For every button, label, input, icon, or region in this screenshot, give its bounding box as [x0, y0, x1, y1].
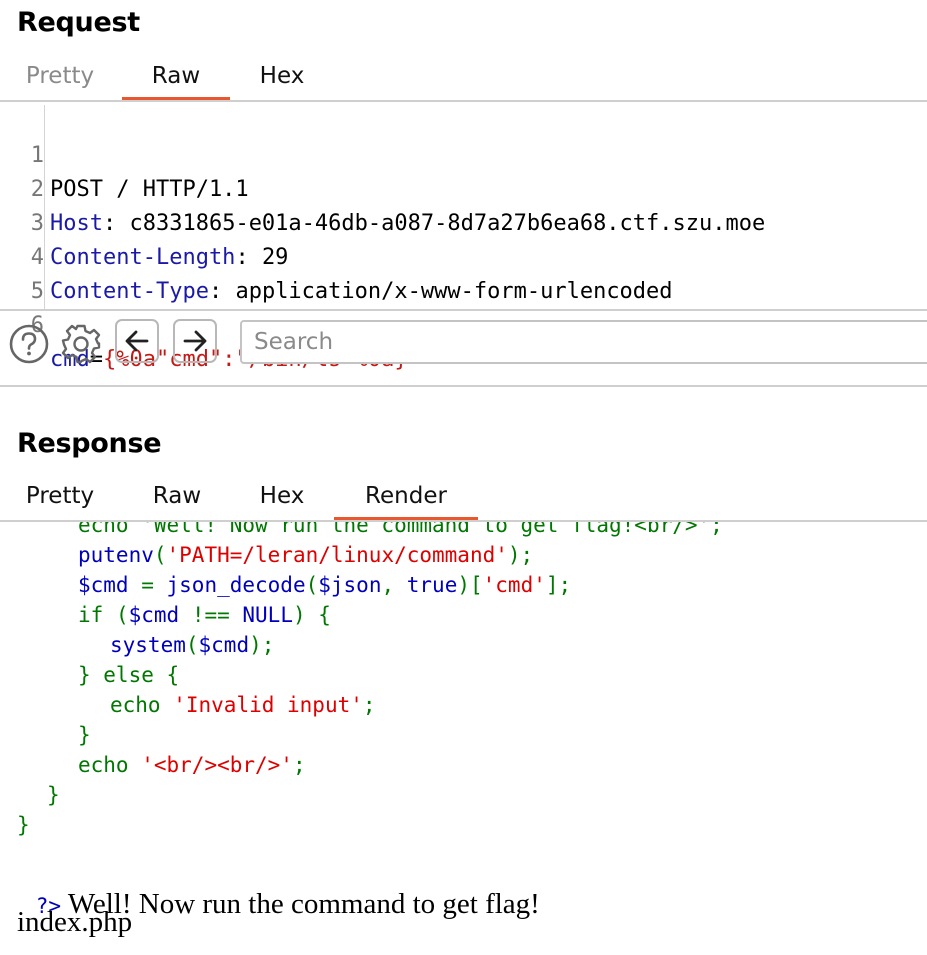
request-line: 6 cmd={%0a"cmd":"/bin/ls"%0a}: [0, 275, 927, 372]
settings-button[interactable]: [58, 320, 104, 366]
response-title: Response: [17, 428, 162, 459]
code-line: echo '<br/><br/>';: [78, 750, 306, 780]
tab-response-raw[interactable]: Raw: [148, 474, 206, 518]
code-echo-partial: echo 'Well! Now run the command to get f…: [78, 522, 723, 537]
code-token: );: [249, 633, 275, 657]
code-token: $json: [318, 573, 382, 597]
arrow-right-icon: [183, 330, 207, 352]
code-token: 'PATH=/leran/linux/command': [166, 543, 508, 567]
code-token: ];: [545, 573, 572, 597]
code-token: ;: [362, 693, 376, 717]
gear-icon: [61, 324, 101, 364]
request-line: 2 Host: c8331865-e01a-46db-a087-8d7a27b6…: [0, 139, 927, 236]
request-line: 1 POST / HTTP/1.1: [0, 105, 927, 202]
code-token: }: [78, 723, 91, 747]
code-token: 'Invalid input': [173, 693, 363, 717]
tab-request-raw[interactable]: Raw: [122, 54, 230, 100]
tab-response-hex[interactable]: Hex: [250, 474, 314, 518]
code-token: }: [47, 783, 60, 807]
code-line: } else {: [78, 660, 179, 690]
code-token: json_decode: [166, 573, 306, 597]
divider: [0, 385, 927, 387]
code-token: (: [185, 633, 199, 657]
forward-button[interactable]: [173, 319, 217, 363]
code-token: 'cmd': [482, 573, 546, 597]
code-token: (: [305, 573, 319, 597]
help-button[interactable]: [6, 320, 52, 366]
code-line: echo 'Well! Now run the command to get f…: [78, 522, 723, 540]
code-token: =: [128, 573, 167, 597]
code-token: '<br/><br/>': [141, 753, 293, 777]
arrow-left-icon: [125, 330, 149, 352]
code-token: $cmd: [198, 633, 250, 657]
divider: [0, 100, 927, 102]
code-token: ;: [292, 753, 306, 777]
code-token: $cmd: [128, 603, 180, 627]
request-line: 4 Content-Type: application/x-www-form-u…: [0, 207, 927, 304]
code-token: true: [406, 573, 458, 597]
code-line: putenv('PATH=/leran/linux/command');: [78, 540, 533, 570]
code-token: echo: [78, 753, 129, 777]
tab-request-hex[interactable]: Hex: [250, 54, 314, 98]
request-toolbar: [0, 316, 927, 376]
tab-response-render[interactable]: Render: [334, 474, 478, 520]
tab-response-pretty[interactable]: Pretty: [22, 474, 98, 518]
code-token: putenv: [78, 543, 154, 567]
tab-request-pretty[interactable]: Pretty: [22, 54, 98, 98]
code-line: system($cmd);: [110, 630, 274, 660]
code-token: ) {: [292, 603, 331, 627]
code-line: }: [78, 720, 91, 750]
render-view[interactable]: echo 'Well! Now run the command to get f…: [0, 522, 927, 955]
request-line: 5: [0, 241, 927, 304]
code-token: (: [153, 543, 167, 567]
code-token: );: [507, 543, 534, 567]
code-token: } else {: [78, 663, 180, 687]
code-token: !==: [179, 603, 243, 627]
code-token: system: [110, 633, 186, 657]
request-line: 3 Content-Length: 29: [0, 173, 927, 270]
code-line: if ($cmd !== NULL) {: [78, 600, 331, 630]
back-button[interactable]: [115, 319, 159, 363]
search-input[interactable]: [240, 320, 927, 364]
code-token: ,: [381, 573, 407, 597]
request-tabs: Pretty Raw Hex: [0, 54, 927, 102]
request-title: Request: [17, 7, 140, 38]
code-token: (: [103, 603, 129, 627]
output-text: Well! Now run the command to get flag!: [67, 888, 540, 920]
question-circle-icon: [9, 324, 49, 364]
response-tabs: Pretty Raw Hex Render: [0, 474, 927, 522]
code-token: }: [17, 813, 30, 837]
code-token: $cmd: [78, 573, 129, 597]
code-token: NULL: [242, 603, 293, 627]
code-line: $cmd = json_decode($json, true)['cmd'];: [78, 570, 571, 600]
code-line: echo 'Invalid input';: [110, 690, 376, 720]
code-token: echo: [110, 693, 161, 717]
code-token: )[: [457, 573, 483, 597]
divider: [0, 309, 927, 311]
code-token: if: [78, 603, 104, 627]
code-line: }: [47, 780, 60, 810]
code-line: }: [17, 810, 30, 840]
command-output: index.php: [17, 906, 133, 938]
